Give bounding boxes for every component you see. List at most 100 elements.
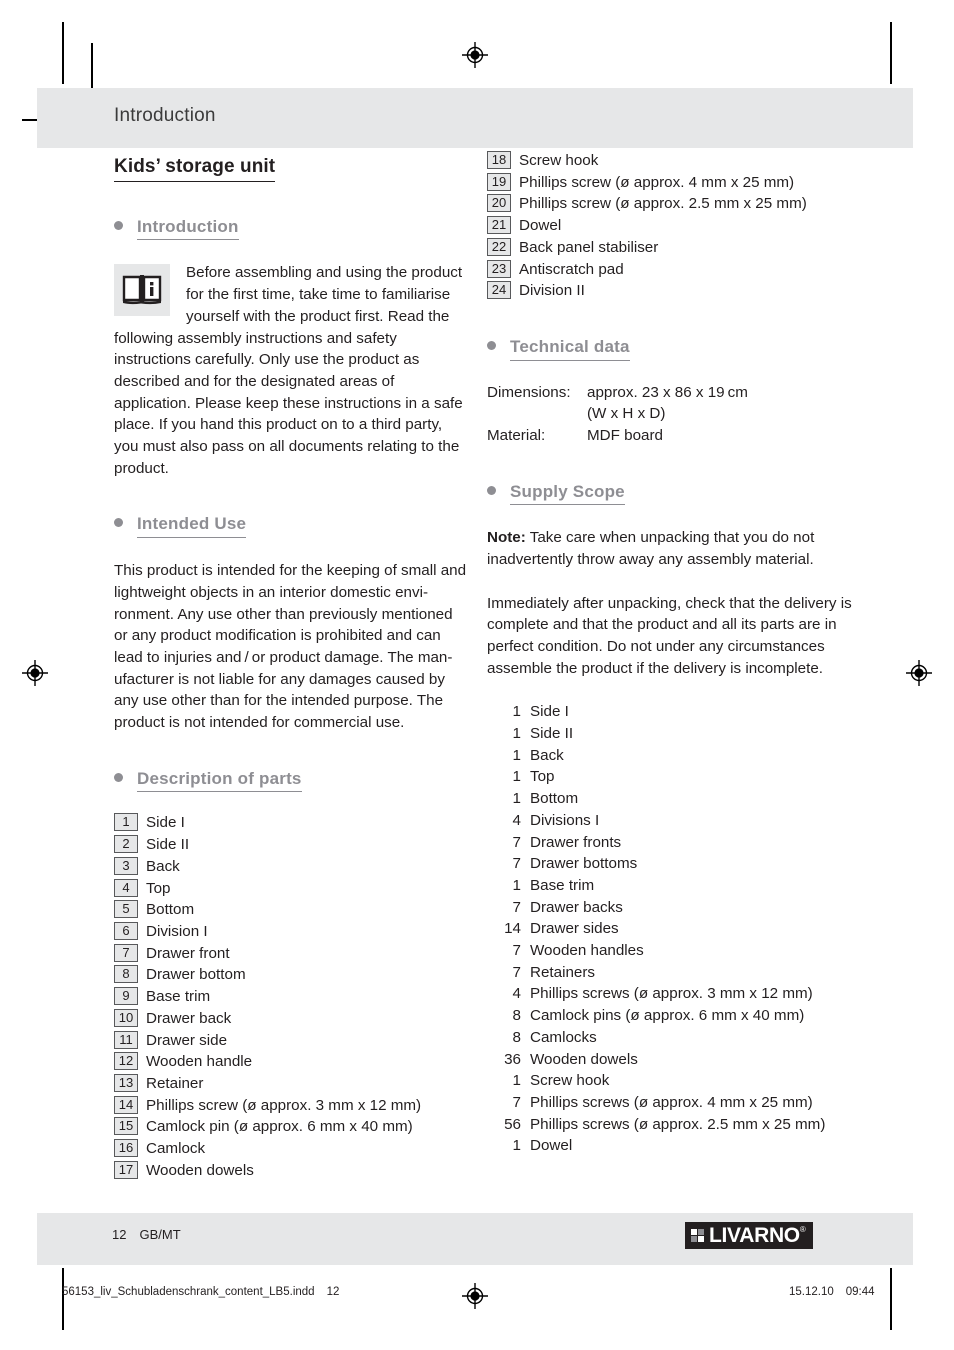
part-number-box: 23 <box>487 259 511 278</box>
part-label: Phillips screw (ø approx. 2.5 mm x 25 mm… <box>519 195 807 213</box>
part-row: 22 Back panel stabiliser <box>487 237 857 259</box>
livarno-grid-icon <box>691 1229 704 1242</box>
part-label: Division I <box>146 922 208 940</box>
supply-scope-row: 14 Drawer sides <box>487 918 857 940</box>
livarno-wordmark: LIVARNO <box>709 1224 800 1247</box>
part-row: 11 Drawer side <box>114 1030 470 1052</box>
registration-mark-bottom <box>462 1283 488 1309</box>
supply-scope-row: 1 Back <box>487 745 857 767</box>
supply-item-name: Drawer fronts <box>530 833 622 851</box>
part-row: 24 Division II <box>487 280 857 302</box>
supply-scope-row: 1 Screw hook <box>487 1070 857 1092</box>
supply-item-name: Side I <box>530 703 569 721</box>
part-row: 6 Division I <box>114 921 470 943</box>
heading-intended-use: Intended Use <box>114 513 470 539</box>
technical-data-key <box>487 403 587 425</box>
part-label: Phillips screw (ø approx. 4 mm x 25 mm) <box>519 173 795 191</box>
supply-scope-row: 7 Retainers <box>487 962 857 984</box>
supply-item-name: Camlock pins (ø approx. 6 mm x 40 mm) <box>530 1007 805 1025</box>
page-number: 12 <box>112 1227 127 1242</box>
heading-introduction: Introduction <box>114 216 470 241</box>
heading-technical-data: Technical data <box>487 336 857 361</box>
technical-data-row: Dimensions: approx. 23 x 86 x 19 cm <box>487 382 857 404</box>
footer-page-info: 12 GB/MT <box>112 1227 181 1242</box>
supply-item-name: Screw hook <box>530 1072 610 1090</box>
technical-data-value: approx. 23 x 86 x 19 cm <box>587 383 748 401</box>
part-row: 17 Wooden dowels <box>114 1160 470 1182</box>
part-label: Side I <box>146 814 185 832</box>
part-label: Back <box>146 857 180 875</box>
supply-scope-row: 7 Phillips screws (ø approx. 4 mm x 25 mm… <box>487 1092 857 1114</box>
part-label: Antiscratch pad <box>519 260 624 278</box>
supply-item-name: Retainers <box>530 963 595 981</box>
part-label: Base trim <box>146 988 211 1006</box>
technical-data-table: Dimensions: approx. 23 x 86 x 19 cm (W x H… <box>487 382 857 447</box>
part-label: Wooden handle <box>146 1053 253 1071</box>
part-row: 10 Drawer back <box>114 1008 470 1030</box>
supply-quantity: 7 <box>512 898 521 916</box>
supply-scope-row: 4 Phillips screws (ø approx. 3 mm x 12 mm… <box>487 983 857 1005</box>
part-number-box: 2 <box>114 835 138 854</box>
supply-quantity: 7 <box>512 833 521 851</box>
part-row: 3 Back <box>114 856 470 878</box>
technical-data-value: (W x H x D) <box>587 405 666 423</box>
supply-scope-row: 7 Drawer bottoms <box>487 853 857 875</box>
part-number-box: 16 <box>114 1139 138 1158</box>
part-row: 8 Drawer bottom <box>114 964 470 986</box>
supply-quantity: 4 <box>512 985 521 1003</box>
part-row: 20 Phillips screw (ø approx. 2.5 mm x 25 … <box>487 193 857 215</box>
heading-description-of-parts: Description of parts <box>114 768 470 793</box>
part-label: Division II <box>519 282 585 300</box>
supply-scope-row: 1 Base trim <box>487 875 857 897</box>
supply-item-name: Phillips screws (ø approx. 2.5 mm x 25 m… <box>530 1115 826 1133</box>
part-row: 12 Wooden handle <box>114 1051 470 1073</box>
bullet-icon <box>114 772 123 782</box>
supply-scope-row: 36 Wooden dowels <box>487 1049 857 1071</box>
registered-trademark-symbol: ® <box>799 1225 806 1234</box>
supply-scope-row: 1 Side II <box>487 723 857 745</box>
technical-data-row: (W x H x D) <box>487 403 857 425</box>
part-label: Side II <box>146 836 190 854</box>
part-label: Bottom <box>146 901 195 919</box>
slug-date: 15.12.10 <box>789 1286 834 1298</box>
info-book-icon <box>114 264 170 317</box>
heading-description-of-parts-label: Description of parts <box>137 768 302 793</box>
supply-quantity: 1 <box>512 768 521 786</box>
part-label: Drawer side <box>146 1031 228 1049</box>
supply-quantity: 1 <box>512 876 521 894</box>
supply-quantity: 4 <box>512 811 521 829</box>
supply-scope-row: 56 Phillips screws (ø approx. 2.5 mm x 25… <box>487 1114 857 1136</box>
part-number-box: 18 <box>487 151 511 169</box>
crop-mark-top-right-vertical <box>890 22 892 84</box>
crop-mark-top-left-vertical <box>62 22 64 84</box>
part-number-box: 13 <box>114 1073 138 1092</box>
heading-introduction-label: Introduction <box>137 216 239 241</box>
heading-intended-use-label: Intended Use <box>137 513 247 539</box>
bullet-icon <box>114 518 123 528</box>
page-title: Kids’ storage unit <box>114 156 276 182</box>
registration-mark-top <box>462 42 488 68</box>
bullet-icon <box>487 340 496 350</box>
supply-scope-list: 1 Side I 1 Side II 1 Back 1 Top 1 Bottom 4 Division… <box>487 701 857 1157</box>
supply-quantity: 7 <box>512 942 521 960</box>
part-row: 7 Drawer front <box>114 943 470 965</box>
part-number-box: 10 <box>114 1008 138 1027</box>
introduction-block: Before assembling and using the product … <box>114 262 470 479</box>
part-label: Top <box>146 879 171 897</box>
note-text: Take care when unpacking that you do not… <box>487 529 815 569</box>
heading-technical-data-label: Technical data <box>510 336 630 361</box>
supply-item-name: Wooden dowels <box>530 1050 638 1068</box>
part-label: Retainer <box>146 1074 204 1092</box>
supply-quantity: 1 <box>512 1072 521 1090</box>
bullet-icon <box>114 220 123 230</box>
supply-quantity: 7 <box>512 1094 521 1111</box>
supply-quantity: 8 <box>512 1007 521 1025</box>
part-row: 21 Dowel <box>487 215 857 237</box>
bullet-icon <box>487 485 496 495</box>
part-row: 18 Screw hook <box>487 150 857 172</box>
technical-data-key: Dimensions: <box>487 383 571 401</box>
part-label: Drawer back <box>146 1009 232 1027</box>
part-row: 9 Base trim <box>114 986 470 1008</box>
parts-list-left: 1 Side I 2 Side II 3 Back 4 Top 5 Bottom 6 Division… <box>114 812 470 1181</box>
part-row: 14 Phillips screw (ø approx. 3 mm x 12 mm… <box>114 1095 470 1117</box>
